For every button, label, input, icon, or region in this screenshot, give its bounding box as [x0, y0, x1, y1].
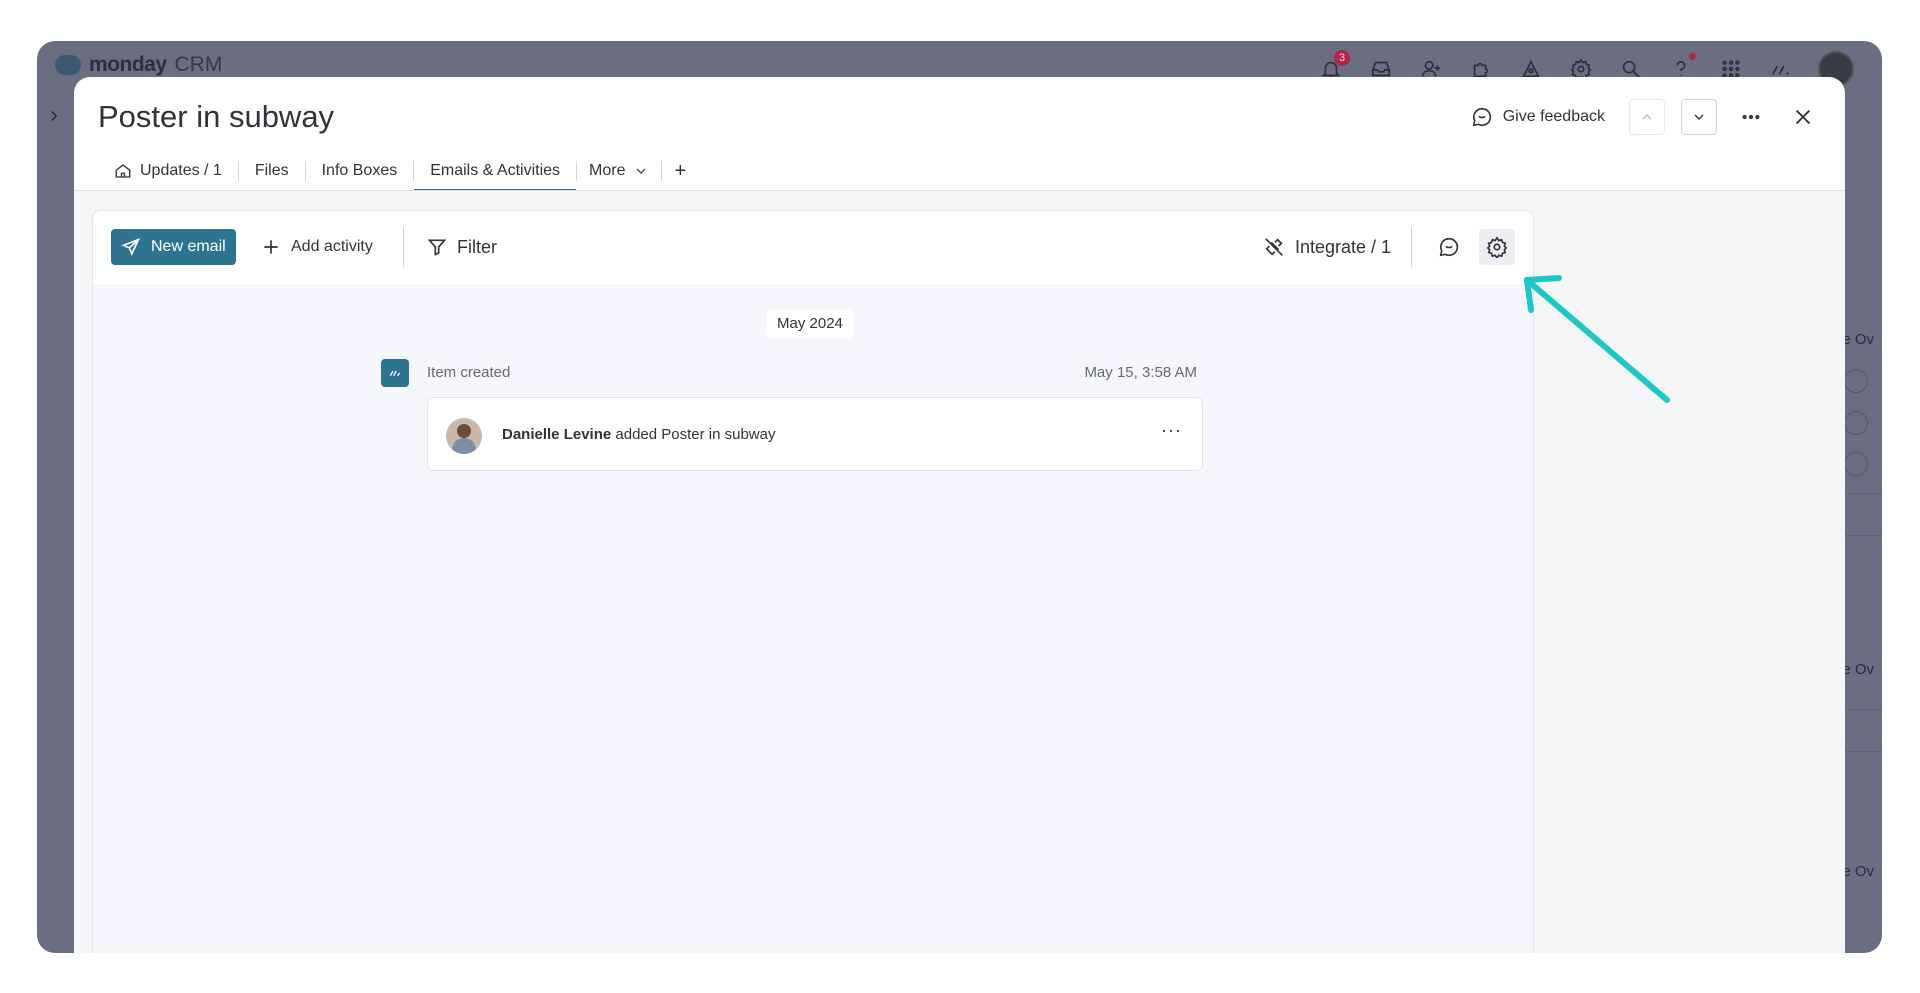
add-tab-button[interactable]: + — [662, 160, 698, 183]
panel-actions: Give feedback — [1463, 99, 1821, 135]
give-feedback-button[interactable]: Give feedback — [1463, 100, 1613, 134]
annotation-arrow-icon — [1524, 275, 1670, 403]
more-dots-icon — [1742, 114, 1760, 120]
event-user-name[interactable]: Danielle Levine — [502, 426, 611, 443]
give-feedback-label: Give feedback — [1502, 108, 1605, 125]
background-person-icon — [1844, 369, 1868, 393]
brand-name: monday — [89, 53, 167, 76]
tab-updates[interactable]: Updates / 1 — [98, 152, 238, 190]
integrate-label: Integrate / 1 — [1295, 236, 1392, 257]
toolbar-divider — [1411, 227, 1412, 267]
chevron-up-icon — [1642, 114, 1652, 120]
filter-button[interactable]: Filter — [419, 229, 505, 265]
tab-emails-activities-label: Emails & Activities — [430, 162, 561, 179]
background-row-label: e Ov — [1842, 661, 1874, 678]
tab-updates-label: Updates / 1 — [140, 162, 222, 179]
sidebar-expand-icon[interactable] — [45, 107, 65, 127]
month-divider: May 2024 — [767, 309, 853, 339]
brand-suffix: CRM — [174, 53, 223, 76]
background-divider — [1842, 709, 1882, 710]
event-description: Danielle Levine added Poster in subway — [502, 426, 776, 443]
chat-button[interactable] — [1431, 229, 1467, 265]
event-more-button[interactable]: ··· — [1161, 420, 1182, 441]
activity-toolbar: New email Add activity Filter Integrate … — [93, 211, 1533, 284]
home-icon — [115, 164, 131, 178]
close-button[interactable] — [1785, 99, 1821, 135]
activity-settings-button[interactable] — [1479, 229, 1515, 265]
tab-more-label: More — [589, 162, 626, 179]
filter-label: Filter — [457, 236, 497, 257]
chat-icon — [1439, 237, 1459, 257]
avatar[interactable] — [446, 418, 482, 454]
more-options-button[interactable] — [1733, 99, 1769, 135]
next-item-button[interactable] — [1681, 99, 1717, 135]
tab-info-boxes[interactable]: Info Boxes — [306, 152, 414, 190]
integrate-button[interactable]: Integrate / 1 — [1255, 229, 1399, 265]
monday-mark-icon — [381, 359, 409, 387]
chevron-down-icon — [637, 168, 646, 174]
tab-more[interactable]: More — [577, 152, 661, 190]
plug-off-icon — [1265, 238, 1283, 256]
event-card: Danielle Levine added Poster in subway ·… — [427, 397, 1203, 471]
toolbar-divider — [403, 227, 404, 267]
feedback-chat-icon — [1472, 107, 1491, 127]
brand[interactable]: monday CRM — [55, 53, 222, 77]
monday-logo-icon — [55, 55, 81, 75]
previous-item-button[interactable] — [1629, 99, 1665, 135]
tab-emails-activities[interactable]: Emails & Activities — [414, 152, 576, 192]
timeline-item-date: May 15, 3:58 AM — [1084, 364, 1197, 381]
background-person-icon — [1844, 452, 1868, 476]
filter-icon — [427, 239, 447, 256]
item-tabs: Updates / 1 Files Info Boxes Emails & Ac… — [98, 152, 698, 192]
plus-icon — [264, 240, 278, 254]
item-title[interactable]: Poster in subway — [98, 99, 334, 135]
event-action: added Poster in subway — [611, 426, 776, 443]
send-icon — [121, 237, 141, 256]
tab-files[interactable]: Files — [239, 152, 305, 190]
help-dot — [1689, 53, 1696, 60]
background-divider — [1842, 751, 1882, 752]
background-row-label: e Ov — [1842, 331, 1874, 348]
new-email-button[interactable]: New email — [111, 229, 236, 265]
background-divider — [1842, 535, 1882, 536]
item-panel: Poster in subway Give feedback Updates /… — [74, 77, 1845, 953]
notification-badge: 3 — [1334, 50, 1350, 66]
chevron-down-icon — [1694, 114, 1704, 120]
new-email-label: New email — [151, 238, 226, 255]
tab-info-boxes-label: Info Boxes — [321, 162, 398, 179]
background-person-icon — [1844, 411, 1868, 435]
gear-icon — [1486, 236, 1508, 258]
close-icon — [1795, 109, 1811, 125]
tab-files-label: Files — [254, 162, 289, 179]
emails-activities-board: New email Add activity Filter Integrate … — [92, 210, 1534, 953]
background-divider — [1842, 493, 1882, 494]
add-activity-label: Add activity — [291, 238, 373, 255]
background-row-label: e Ov — [1842, 863, 1874, 880]
timeline-item-title: Item created — [427, 364, 511, 381]
add-activity-button[interactable]: Add activity — [253, 229, 381, 265]
